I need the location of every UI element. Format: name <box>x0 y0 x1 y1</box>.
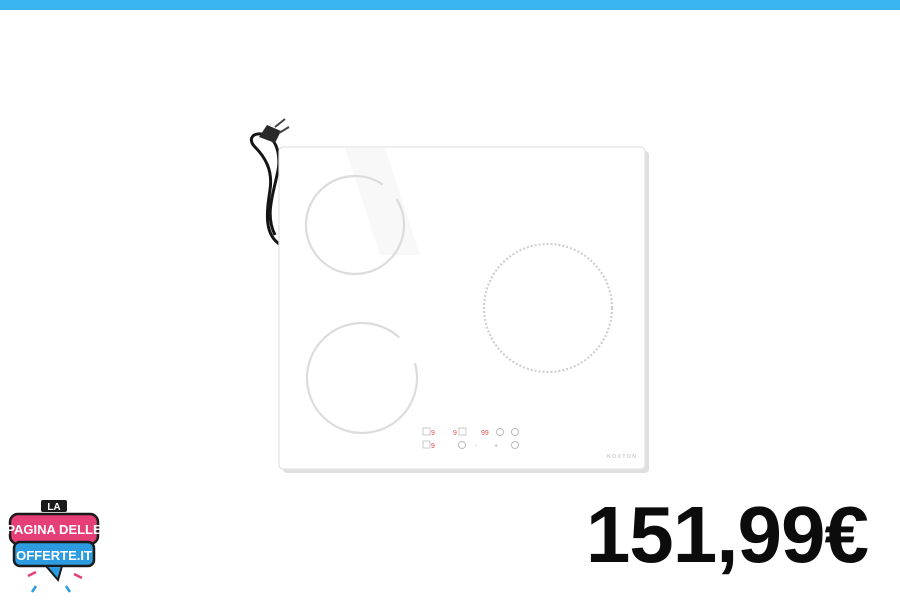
timer-display: 99 <box>481 430 489 437</box>
logo-text-la: LA <box>47 502 60 513</box>
logo-text-pagina: PAGINA DELLE <box>6 522 102 537</box>
plus-key: + <box>494 443 498 450</box>
product-image-induction-hob: 9 9 99 9 - + NOXTON <box>249 118 649 473</box>
zone-display-1: 9 <box>431 430 435 437</box>
site-logo: LA PAGINA DELLE OFFERTE.IT <box>6 500 102 593</box>
zone-display-3: 9 <box>431 443 435 450</box>
hob-glass-panel <box>278 146 646 470</box>
brand-label: NOXTON <box>607 454 637 460</box>
price-label: 151,99€ <box>585 490 869 579</box>
zone-display-2: 9 <box>453 430 457 437</box>
logo-text-offerte: OFFERTE.IT <box>16 548 92 563</box>
top-accent-bar <box>0 0 900 10</box>
